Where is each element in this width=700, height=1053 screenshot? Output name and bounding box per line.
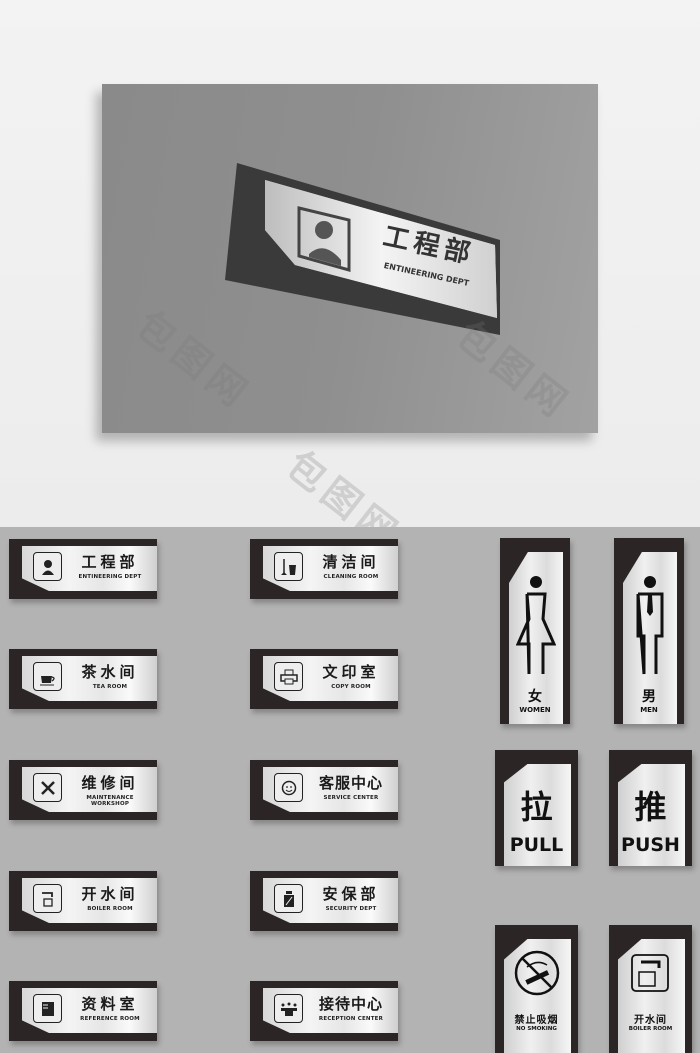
sign-label-cn: 维修间 xyxy=(81,774,139,792)
sign-copy-room: 文印室 COPY ROOM xyxy=(250,649,398,709)
sign-label-cn: 开水间 xyxy=(81,885,139,903)
file-folder-icon xyxy=(33,994,62,1023)
sign-reference-room: 资料室 REFERENCE ROOM xyxy=(9,981,157,1041)
sign-label-en: ENTINEERING DEPT xyxy=(78,574,142,580)
sign-label-cn: 接待中心 xyxy=(318,995,383,1013)
sign-label-cn: 资料室 xyxy=(81,995,139,1013)
sign-label-en: RECEPTION CENTER xyxy=(318,1016,384,1022)
notice-label-en: NO SMOKING xyxy=(516,1026,557,1032)
coffee-cup-icon xyxy=(33,662,62,691)
headset-smiley-icon xyxy=(274,773,303,802)
sign-label-cn: 茶水间 xyxy=(81,663,139,681)
mockup-scene: 工程部 ENTINEERING DEPT 包图网 包图网 包图网 xyxy=(0,0,700,558)
sign-men: 男 MEN xyxy=(614,538,684,724)
restroom-label-en: WOMEN xyxy=(519,706,551,714)
wrench-screwdriver-icon xyxy=(33,773,62,802)
sign-label-en: SECURITY DEPT xyxy=(325,906,377,912)
printer-icon xyxy=(274,662,303,691)
sign-reception: 接待中心 RECEPTION CENTER xyxy=(250,981,398,1041)
restroom-label-en: MEN xyxy=(640,706,658,714)
sign-security: 安保部 SECURITY DEPT xyxy=(250,871,398,931)
sign-label-en: REFERENCE ROOM xyxy=(80,1016,140,1022)
sign-label-cn: 文印室 xyxy=(322,663,380,681)
sign-engineering: 工程部 ENTINEERING DEPT xyxy=(9,539,157,599)
sign-label-cn: 客服中心 xyxy=(318,774,383,792)
meeting-people-icon xyxy=(274,994,303,1023)
mop-bucket-icon xyxy=(274,552,303,581)
door-label-en: PUSH xyxy=(621,834,680,856)
sign-boiler-room-notice: 开水间 BOILER ROOM xyxy=(609,925,692,1053)
faucet-cup-icon xyxy=(631,954,669,992)
sign-boiler-room: 开水间 BOILER ROOM xyxy=(9,871,157,931)
sign-label-en: SERVICE CENTER xyxy=(323,795,379,801)
notice-label-cn: 禁止吸烟 xyxy=(514,1015,559,1026)
sign-label-cn: 工程部 xyxy=(81,553,139,571)
door-label-en: PULL xyxy=(509,834,564,856)
sign-label-en: TEA ROOM xyxy=(92,684,128,690)
faucet-cup-icon xyxy=(33,884,62,913)
door-label-cn: 推 xyxy=(634,788,667,826)
sign-pull: 拉 PULL xyxy=(495,750,578,866)
sign-label-en: MAINTENANCE WORKSHOP xyxy=(86,795,134,807)
sign-tea-room: 茶水间 TEA ROOM xyxy=(9,649,157,709)
sign-maintenance: 维修间 MAINTENANCE WORKSHOP xyxy=(9,760,157,820)
sign-label-en: CLEANING ROOM xyxy=(323,574,379,580)
door-label-cn: 拉 xyxy=(520,788,553,826)
sign-service-center: 客服中心 SERVICE CENTER xyxy=(250,760,398,820)
sign-label-cn: 安保部 xyxy=(322,885,380,903)
engineer-helmet-icon xyxy=(33,552,62,581)
sign-no-smoking: 禁止吸烟 NO SMOKING xyxy=(495,925,578,1053)
woman-figure-icon xyxy=(516,576,556,675)
sign-label-cn: 清洁间 xyxy=(322,553,380,571)
sign-label-en: COPY ROOM xyxy=(331,684,371,690)
restroom-label-cn: 女 xyxy=(528,689,542,705)
notice-label-cn: 开水间 xyxy=(634,1015,667,1026)
sign-label-en: BOILER ROOM xyxy=(87,906,133,912)
notice-label-en: BOILER ROOM xyxy=(628,1026,673,1032)
restroom-label-cn: 男 xyxy=(642,689,656,705)
sign-women: 女 WOMEN xyxy=(500,538,570,724)
sign-push: 推 PUSH xyxy=(609,750,692,866)
sign-cleaning: 清洁间 CLEANING ROOM xyxy=(250,539,398,599)
man-figure-icon xyxy=(636,576,664,675)
security-badge-icon xyxy=(274,884,303,913)
no-smoking-icon xyxy=(514,950,560,996)
